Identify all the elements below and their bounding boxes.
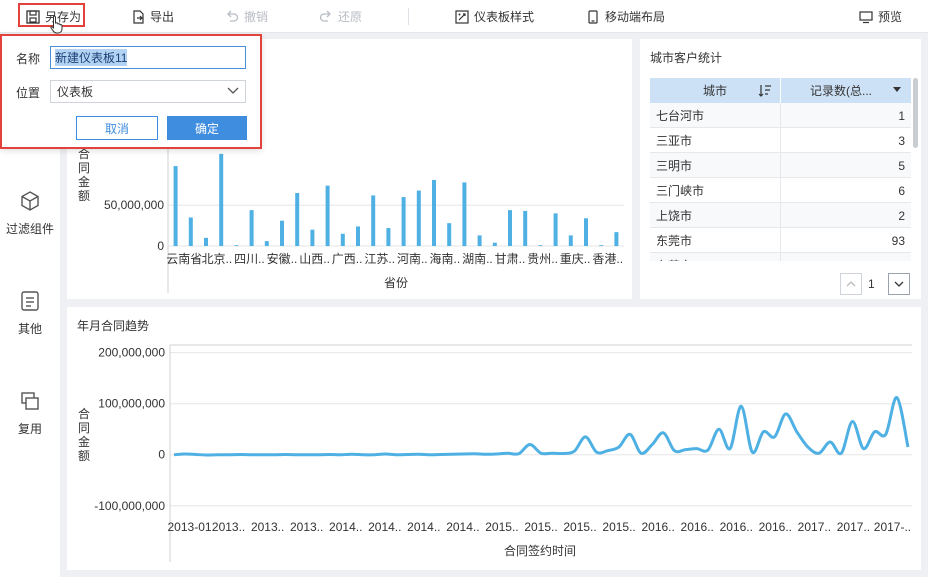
y-tick-label: 0 xyxy=(158,448,165,462)
x-tick-label: 2015.. xyxy=(524,520,557,534)
x-tick-label: 2016.. xyxy=(641,520,674,534)
save-as-dialog: 名称 新建仪表板11 位置 仪表板 取消 确定 xyxy=(0,34,262,149)
y-axis-title: 额 xyxy=(78,449,90,463)
x-tick-label: 2014.. xyxy=(407,520,440,534)
name-input[interactable]: 新建仪表板11 xyxy=(50,46,246,69)
location-select[interactable]: 仪表板 xyxy=(50,80,246,103)
x-tick-label: 2016.. xyxy=(720,520,753,534)
x-tick-label: 2014.. xyxy=(329,520,362,534)
x-tick-label: 2015.. xyxy=(602,520,635,534)
name-label: 名称 xyxy=(16,52,41,66)
y-axis-title: 合 xyxy=(78,406,90,421)
location-label: 位置 xyxy=(16,86,41,100)
name-input-value: 新建仪表板11 xyxy=(55,49,128,66)
x-tick-label: 2016.. xyxy=(759,520,792,534)
x-axis-title: 合同签约时间 xyxy=(504,543,576,558)
x-tick-label: 2014.. xyxy=(446,520,479,534)
x-tick-label: 2013-01 xyxy=(168,520,212,534)
y-tick-label: 200,000,000 xyxy=(98,346,165,360)
y-tick-label: 100,000,000 xyxy=(98,397,165,411)
x-tick-label: 2017.. xyxy=(798,520,831,534)
series-line xyxy=(173,396,910,457)
y-axis-title: 金 xyxy=(78,434,90,449)
y-axis-title: 同 xyxy=(78,421,90,435)
location-select-value: 仪表板 xyxy=(57,85,94,99)
x-tick-label: 2016.. xyxy=(681,520,714,534)
x-tick-label: 2015.. xyxy=(563,520,596,534)
x-tick-label: 2013.. xyxy=(251,520,284,534)
cancel-button[interactable]: 取消 xyxy=(76,116,158,140)
cancel-label: 取消 xyxy=(104,121,129,136)
x-tick-label: 2017.. xyxy=(837,520,870,534)
confirm-button[interactable]: 确定 xyxy=(167,116,247,140)
confirm-label: 确定 xyxy=(194,121,219,136)
chart-title: 年月合同趋势 xyxy=(77,318,149,333)
y-tick-label: -100,000,000 xyxy=(94,499,165,513)
x-tick-label: 2017-.. xyxy=(874,520,911,534)
x-tick-label: 2014.. xyxy=(368,520,401,534)
x-tick-label: 2013.. xyxy=(290,520,323,534)
chevron-down-icon xyxy=(227,87,239,94)
x-tick-label: 2015.. xyxy=(485,520,518,534)
x-tick-label: 2013.. xyxy=(212,520,245,534)
